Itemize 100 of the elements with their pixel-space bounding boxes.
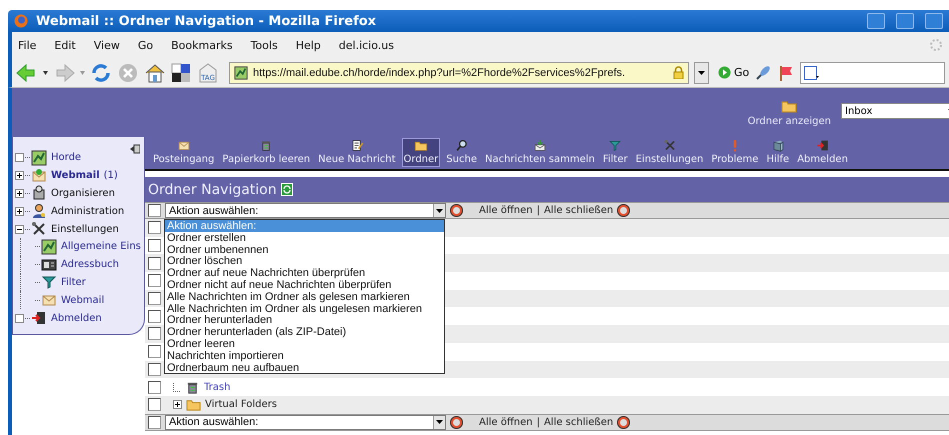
toolbar-button[interactable]: Posteingang — [151, 138, 216, 167]
envelope-icon — [176, 139, 191, 152]
checkbox[interactable] — [148, 274, 161, 288]
toolbar-button[interactable]: Hilfe — [764, 138, 792, 167]
sidebar-item[interactable]: Adressbuch — [15, 256, 144, 274]
go-button[interactable]: Go — [718, 66, 750, 79]
checkbox[interactable] — [148, 327, 161, 340]
lifebuoy-icon[interactable] — [450, 204, 463, 217]
show-folder-label: Ordner anzeigen — [748, 116, 831, 127]
menu-item[interactable]: del.icio.us — [338, 38, 394, 52]
collapse-sidebar-icon[interactable] — [130, 144, 140, 154]
sidebar-label: Webmail — [51, 170, 100, 182]
checkbox[interactable] — [148, 292, 161, 306]
tree-node-box — [15, 314, 24, 323]
checkbox[interactable] — [148, 221, 161, 234]
toolbar-button[interactable]: Abmelden — [795, 138, 850, 167]
sidebar-item[interactable]: Filter — [15, 274, 144, 292]
toolbar-button[interactable]: Einstellungen — [634, 138, 706, 167]
url-field[interactable]: https://mail.edube.ch/horde/index.php?url=%2Fhorde%2Fservices%2Fprefs. — [229, 62, 689, 84]
sidebar-item[interactable]: Einstellungen — [15, 220, 144, 238]
page-title: Ordner Navigation — [148, 182, 277, 198]
action-select[interactable]: Aktion auswählen: — [165, 203, 446, 218]
expand-icon[interactable] — [15, 188, 24, 198]
menu-item[interactable]: View — [94, 38, 120, 52]
envelope-icon — [31, 168, 47, 184]
checkbox[interactable] — [148, 256, 161, 270]
lifebuoy-icon[interactable] — [450, 416, 463, 429]
menu-item[interactable]: Edit — [54, 38, 76, 52]
toolbar-button[interactable]: Neue Nachricht — [316, 138, 398, 167]
site-icon — [234, 66, 248, 80]
home-icon[interactable] — [144, 62, 166, 84]
toolbar-button[interactable]: Probleme — [709, 138, 760, 167]
exit-door-icon — [31, 310, 47, 326]
collapse-icon[interactable] — [15, 224, 24, 234]
toolbar-button[interactable]: Papierkorb leeren — [220, 138, 312, 167]
sidebar-label: Filter — [61, 276, 86, 288]
expand-icon[interactable] — [15, 171, 24, 180]
checkbox[interactable] — [148, 416, 161, 429]
checkbox[interactable] — [148, 204, 161, 217]
close-all-link[interactable]: Alle schließen — [544, 205, 614, 216]
caret-icon — [698, 70, 705, 74]
lifebuoy-icon[interactable] — [617, 416, 630, 429]
folder-select[interactable]: Inbox — [841, 103, 949, 119]
expand-icon[interactable] — [15, 206, 24, 216]
caret-icon — [436, 208, 443, 212]
tree-node-box — [15, 153, 24, 162]
reload-icon[interactable] — [90, 62, 112, 84]
sidebar-label: Abmelden — [51, 312, 102, 324]
checkbox[interactable] — [148, 380, 161, 394]
sidebar-item[interactable]: Organisieren — [15, 184, 144, 202]
filter-icon — [608, 139, 622, 152]
menu-item[interactable]: Bookmarks — [171, 38, 233, 52]
sidebar-label: Horde — [51, 152, 82, 164]
sidebar-item[interactable]: Webmail — [15, 291, 144, 310]
menu-item[interactable]: Tools — [250, 38, 278, 52]
filter-icon — [41, 274, 57, 290]
toolbar-button[interactable]: Nachrichten sammeln — [482, 138, 597, 167]
checkbox[interactable] — [148, 398, 161, 412]
toolbar-button[interactable]: Filter — [600, 138, 630, 167]
folder-name[interactable]: Trash — [204, 382, 230, 393]
sidebar-label: Einstellungen — [51, 224, 119, 235]
sidebar-label: Administration — [51, 206, 124, 217]
toolbar-button[interactable]: Ordner — [402, 138, 440, 167]
tree-connector — [173, 382, 181, 392]
action-select[interactable]: Aktion auswählen: — [165, 414, 446, 430]
browser-logo-icon — [14, 14, 28, 28]
checkbox[interactable] — [148, 310, 161, 323]
lifebuoy-icon[interactable] — [617, 204, 630, 217]
checkbox[interactable] — [148, 362, 161, 376]
sidebar-item[interactable]: Webmail (1) — [15, 166, 144, 185]
tools-icon — [662, 139, 676, 152]
expand-icon[interactable] — [173, 400, 182, 410]
sidebar-label: Adressbuch — [61, 259, 119, 270]
search-icon — [454, 139, 469, 152]
toolbar-button[interactable]: Suche — [444, 138, 479, 167]
open-all-link[interactable]: Alle öffnen — [479, 416, 533, 428]
open-all-link[interactable]: Alle öffnen — [479, 205, 533, 216]
url-dropdown-button[interactable] — [694, 62, 709, 84]
search-engine-icon — [804, 66, 820, 80]
sidebar-item[interactable]: Abmelden — [15, 309, 144, 327]
checkbox[interactable] — [148, 345, 161, 358]
separator: | — [536, 416, 540, 428]
tools-icon — [31, 221, 47, 238]
squares-icon[interactable] — [171, 62, 191, 82]
sidebar-label: Allgemeine Eins — [61, 241, 141, 252]
folder-name[interactable]: Virtual Folders — [205, 399, 277, 410]
search-field[interactable] — [800, 62, 945, 84]
sidebar-item[interactable]: Administration — [15, 202, 144, 220]
menu-item[interactable]: Go — [138, 38, 154, 52]
caret-icon[interactable] — [43, 70, 48, 74]
close-all-link[interactable]: Alle schließen — [544, 416, 614, 428]
sidebar-item[interactable]: Allgemeine Eins — [15, 238, 144, 256]
person-icon — [31, 203, 47, 220]
folder-icon — [414, 139, 428, 152]
checkbox[interactable] — [148, 239, 161, 252]
envelope-arrow-icon — [532, 139, 547, 152]
sidebar-item[interactable]: Horde — [15, 149, 144, 167]
menu-item[interactable]: Help — [296, 38, 321, 52]
menu-item[interactable]: File — [18, 38, 36, 52]
refresh-icon[interactable] — [280, 183, 293, 196]
